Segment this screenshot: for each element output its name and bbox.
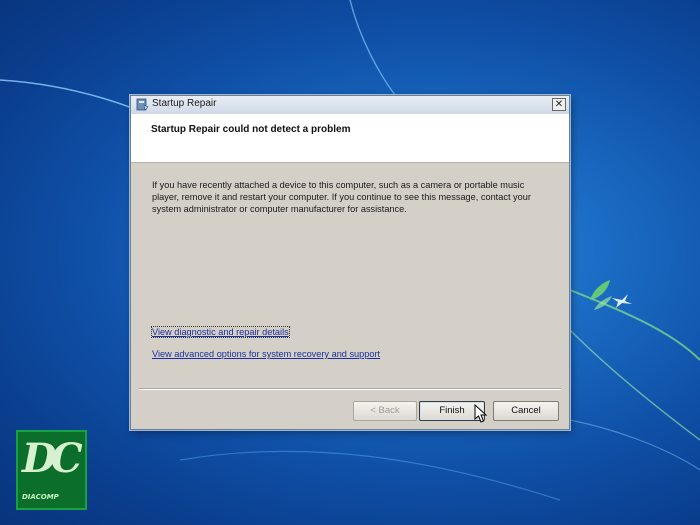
mouse-pointer-icon	[474, 404, 488, 423]
header-title: Startup Repair could not detect a proble…	[151, 124, 351, 135]
startup-repair-dialog: Startup Repair ✕ Startup Repair could no…	[130, 95, 570, 430]
close-icon: ✕	[554, 99, 564, 110]
title-bar[interactable]: Startup Repair ✕	[131, 96, 569, 115]
logo-letters: DC	[22, 435, 82, 482]
advanced-options-link[interactable]: View advanced options for system recover…	[152, 349, 380, 359]
cancel-button[interactable]: Cancel	[493, 401, 559, 421]
diagnostic-details-link[interactable]: View diagnostic and repair details	[151, 326, 290, 338]
logo-caption: DIACOMP	[22, 493, 59, 501]
window-title: Startup Repair	[152, 98, 217, 109]
footer-divider	[139, 388, 561, 390]
close-button[interactable]: ✕	[552, 98, 566, 111]
message-text: If you have recently attached a device t…	[152, 180, 531, 214]
back-button[interactable]: < Back	[353, 401, 417, 421]
dc-logo: DC DIACOMP	[16, 430, 87, 510]
header-band: Startup Repair could not detect a proble…	[131, 114, 569, 163]
bird-icon	[612, 294, 632, 308]
startup-repair-icon	[136, 98, 149, 111]
